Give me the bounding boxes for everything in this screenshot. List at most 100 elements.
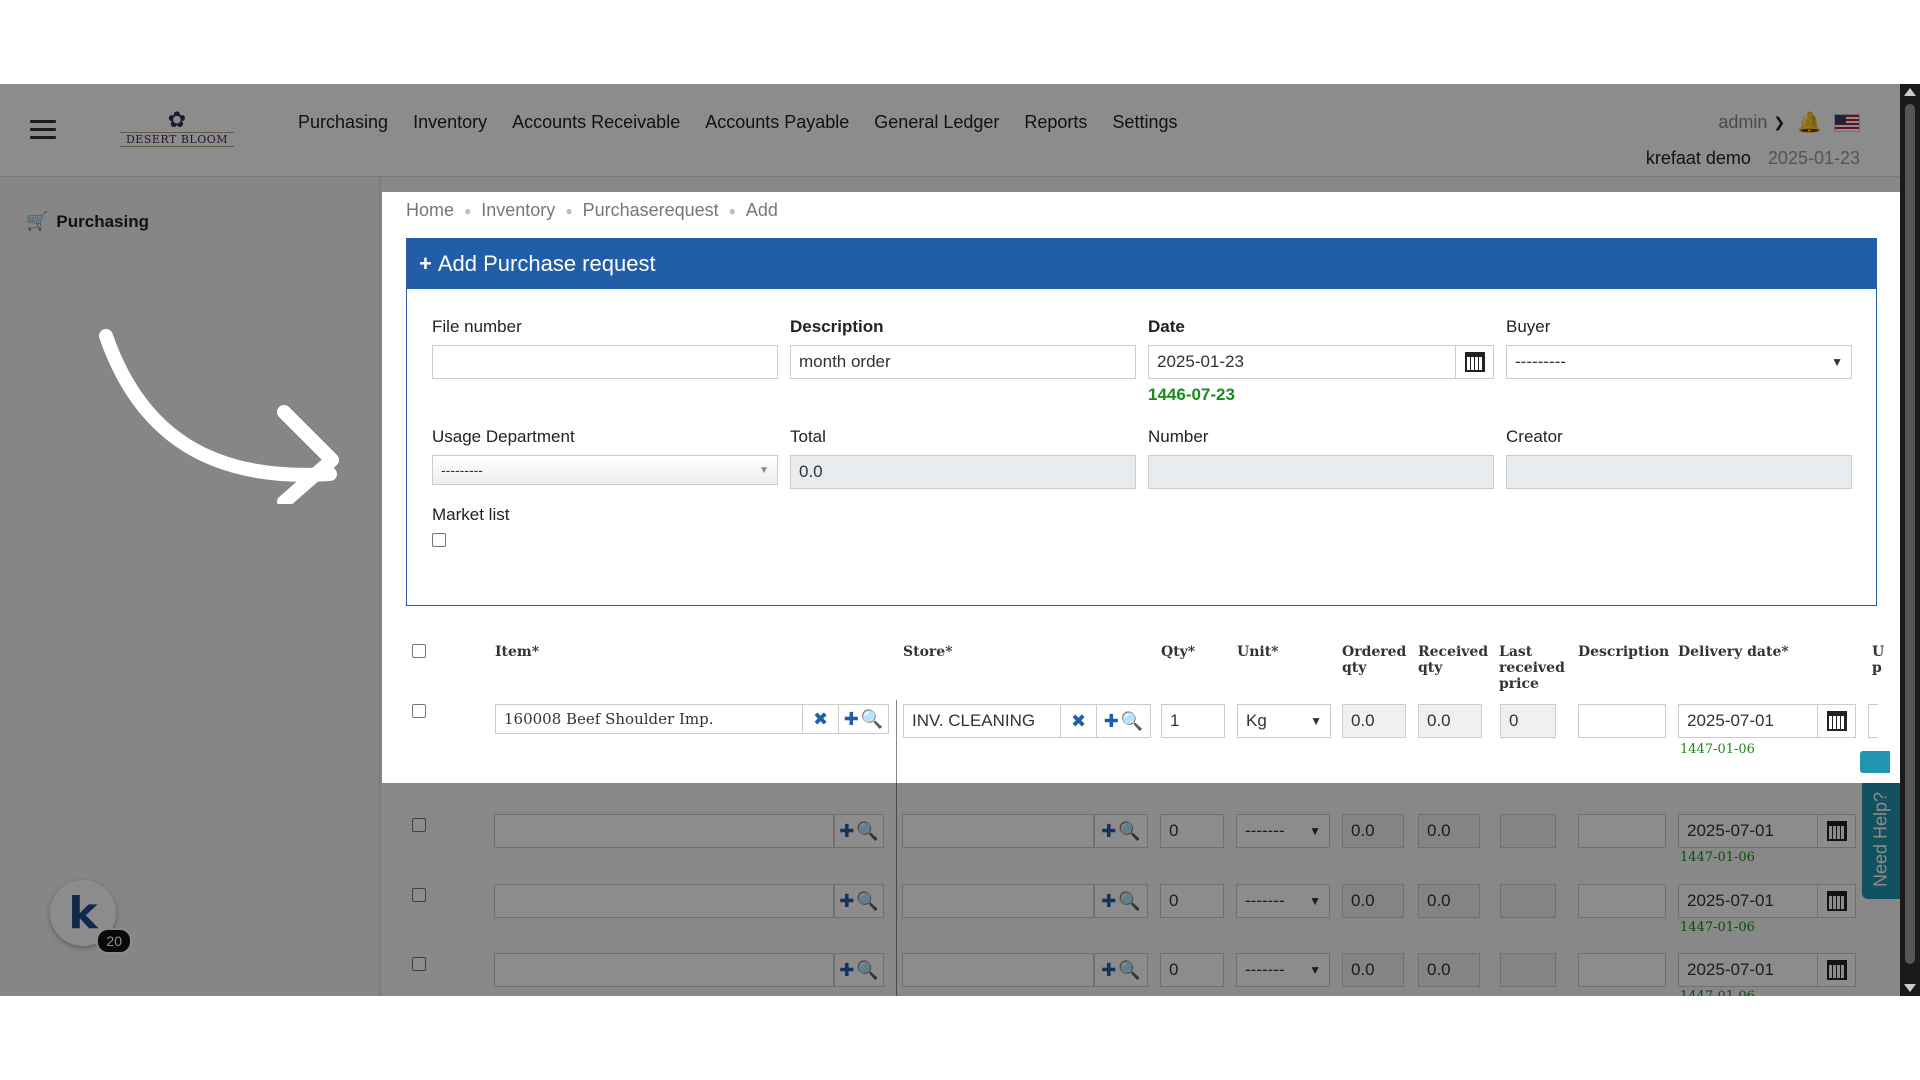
breadcrumb-separator: ● bbox=[565, 203, 573, 218]
company-logo[interactable]: ✿ DESERT BLOOM bbox=[106, 109, 248, 150]
date-label: Date bbox=[1148, 317, 1185, 336]
highlighted-panel: Home ● Inventory ● Purchaserequest ● Add… bbox=[382, 192, 1900, 783]
chevron-down-icon: ▼ bbox=[1309, 894, 1321, 908]
line-description-input[interactable] bbox=[1578, 814, 1666, 848]
unit-select[interactable]: ------- ▼ bbox=[1236, 814, 1330, 848]
item-input[interactable]: 160008 Beef Shoulder Imp. bbox=[495, 704, 803, 734]
calendar-button[interactable] bbox=[1456, 345, 1494, 379]
item-input[interactable] bbox=[494, 814, 834, 848]
col-store: Store* bbox=[903, 644, 953, 660]
item-input[interactable] bbox=[494, 953, 834, 987]
line-description-input[interactable] bbox=[1578, 704, 1666, 738]
row-checkbox[interactable] bbox=[412, 888, 426, 902]
total-group: Total 0.0 bbox=[790, 427, 1136, 489]
app-screen: ✿ DESERT BLOOM Purchasing Inventory Acco… bbox=[0, 84, 1920, 996]
qty-input[interactable]: 0 bbox=[1160, 884, 1224, 918]
col-unit: Unit* bbox=[1237, 644, 1279, 660]
calendar-button[interactable] bbox=[1818, 704, 1856, 738]
breadcrumb-separator: ● bbox=[464, 203, 472, 218]
delivery-date-input[interactable]: 2025-07-01 bbox=[1678, 953, 1818, 987]
creator-group: Creator bbox=[1506, 427, 1852, 489]
store-input[interactable] bbox=[902, 814, 1094, 848]
need-help-tab[interactable]: Need Help? bbox=[1862, 779, 1900, 899]
delivery-date-field: 2025-07-01 bbox=[1678, 884, 1856, 918]
calendar-button[interactable] bbox=[1818, 953, 1856, 987]
add-search-store-button[interactable]: ✚ 🔍 bbox=[1094, 884, 1148, 918]
file-number-input[interactable] bbox=[432, 345, 778, 379]
bell-icon[interactable]: 🔔 bbox=[1797, 110, 1822, 135]
plus-icon: ✚ bbox=[839, 959, 855, 980]
breadcrumb-purchaserequest[interactable]: Purchaserequest bbox=[583, 200, 719, 221]
calendar-button[interactable] bbox=[1818, 884, 1856, 918]
scroll-up-icon[interactable] bbox=[1904, 88, 1916, 96]
received-qty: 0.0 bbox=[1418, 884, 1480, 918]
qty-input[interactable]: 0 bbox=[1160, 814, 1224, 848]
clear-item-button[interactable]: ✖ bbox=[803, 704, 839, 734]
unit-select[interactable]: ------- ▼ bbox=[1236, 884, 1330, 918]
add-search-item-button[interactable]: ✚ 🔍 bbox=[834, 884, 884, 918]
delivery-date-input[interactable]: 2025-07-01 bbox=[1678, 884, 1818, 918]
item-input[interactable] bbox=[494, 884, 834, 918]
user-dropdown[interactable]: admin ❯ bbox=[1718, 112, 1785, 133]
breadcrumb-home[interactable]: Home bbox=[406, 200, 454, 221]
add-search-item-button[interactable]: ✚ 🔍 bbox=[834, 814, 884, 848]
menu-general-ledger[interactable]: General Ledger bbox=[874, 112, 999, 133]
user-name: admin bbox=[1718, 112, 1768, 132]
buyer-label: Buyer bbox=[1506, 317, 1551, 336]
number-group: Number bbox=[1148, 427, 1494, 489]
line-description-input[interactable] bbox=[1578, 884, 1666, 918]
add-search-store-button[interactable]: ✚ 🔍 bbox=[1094, 953, 1148, 987]
delivery-date-input[interactable]: 2025-07-01 bbox=[1678, 814, 1818, 848]
store-input[interactable] bbox=[902, 953, 1094, 987]
select-all-checkbox[interactable] bbox=[412, 644, 426, 658]
scroll-thumb[interactable] bbox=[1905, 104, 1915, 964]
last-price bbox=[1500, 953, 1556, 987]
clear-store-button[interactable]: ✖ bbox=[1061, 704, 1097, 738]
us-flag-icon[interactable] bbox=[1834, 113, 1860, 132]
menu-inventory[interactable]: Inventory bbox=[413, 112, 487, 133]
menu-accounts-payable[interactable]: Accounts Payable bbox=[705, 112, 849, 133]
qty-input[interactable]: 1 bbox=[1161, 704, 1225, 738]
menu-reports[interactable]: Reports bbox=[1024, 112, 1087, 133]
hamburger-menu-icon[interactable] bbox=[30, 120, 56, 140]
row-checkbox[interactable] bbox=[412, 957, 426, 971]
krefaat-chat-badge[interactable]: k 20 bbox=[50, 880, 132, 954]
add-search-item-button[interactable]: ✚ 🔍 bbox=[839, 704, 889, 734]
store-input[interactable] bbox=[902, 884, 1094, 918]
menu-settings[interactable]: Settings bbox=[1112, 112, 1177, 133]
date-field: 2025-01-23 bbox=[1148, 345, 1494, 379]
row-checkbox[interactable] bbox=[412, 704, 426, 718]
description-input[interactable]: month order bbox=[790, 345, 1136, 379]
date-input[interactable]: 2025-01-23 bbox=[1148, 345, 1456, 379]
total-label: Total bbox=[790, 427, 826, 446]
add-search-store-button[interactable]: ✚ 🔍 bbox=[1094, 814, 1148, 848]
unit-select[interactable]: Kg ▼ bbox=[1237, 704, 1331, 738]
breadcrumb-add: Add bbox=[745, 200, 778, 220]
add-search-store-button[interactable]: ✚ 🔍 bbox=[1097, 704, 1151, 738]
delivery-hijri: 1447-01-06 bbox=[1680, 920, 1755, 935]
breadcrumb-inventory[interactable]: Inventory bbox=[481, 200, 555, 221]
plus-icon: ✚ bbox=[1101, 890, 1117, 911]
usage-department-select[interactable]: --------- ▼ bbox=[432, 455, 778, 485]
qty-input[interactable]: 0 bbox=[1160, 953, 1224, 987]
truncated-input[interactable] bbox=[1868, 704, 1878, 738]
delivery-date-input[interactable]: 2025-07-01 bbox=[1678, 704, 1818, 738]
col-delivery-date: Delivery date* bbox=[1678, 644, 1789, 660]
menu-accounts-receivable[interactable]: Accounts Receivable bbox=[512, 112, 680, 133]
vertical-scrollbar[interactable] bbox=[1900, 84, 1920, 996]
menu-purchasing[interactable]: Purchasing bbox=[298, 112, 388, 133]
ordered-qty: 0.0 bbox=[1342, 814, 1404, 848]
sidebar-item-purchasing[interactable]: 🛒 Purchasing bbox=[26, 211, 149, 232]
unit-select[interactable]: ------- ▼ bbox=[1236, 953, 1330, 987]
calendar-button[interactable] bbox=[1818, 814, 1856, 848]
row-checkbox[interactable] bbox=[412, 818, 426, 832]
usage-department-value: --------- bbox=[441, 462, 483, 478]
buyer-select[interactable]: --------- ▼ bbox=[1506, 345, 1852, 379]
add-search-item-button[interactable]: ✚ 🔍 bbox=[834, 953, 884, 987]
scroll-down-icon[interactable] bbox=[1904, 984, 1916, 992]
help-tab-top[interactable] bbox=[1860, 751, 1890, 773]
market-list-checkbox[interactable] bbox=[432, 533, 446, 547]
store-input[interactable]: INV. CLEANING bbox=[903, 704, 1061, 738]
line-description-input[interactable] bbox=[1578, 953, 1666, 987]
creator-label: Creator bbox=[1506, 427, 1563, 446]
